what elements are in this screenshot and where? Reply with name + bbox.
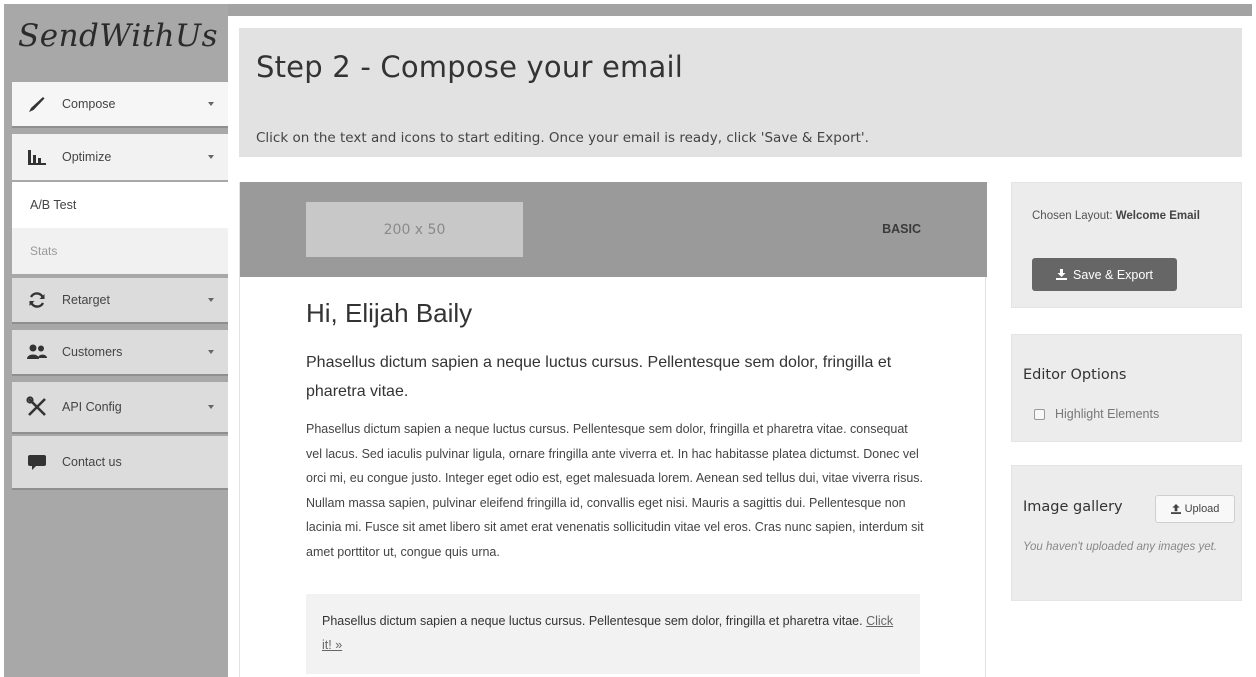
chevron-down-icon	[208, 102, 214, 106]
step-header: Step 2 - Compose your email Click on the…	[239, 28, 1242, 157]
sidebar-subitem-stats[interactable]: Stats	[12, 228, 228, 274]
chevron-down-icon	[208, 155, 214, 159]
sidebar-item-api-config[interactable]: API Config	[12, 382, 228, 434]
sidebar-item-label: Optimize	[62, 150, 112, 164]
chevron-down-icon	[208, 350, 214, 354]
chevron-down-icon	[208, 405, 214, 409]
sidebar-item-optimize[interactable]: Optimize	[12, 134, 228, 180]
email-callout[interactable]: Phasellus dictum sapien a neque luctus c…	[306, 594, 920, 674]
highlight-elements-option[interactable]: Highlight Elements	[1034, 407, 1159, 421]
brand-logo[interactable]: SendWithUs	[18, 18, 218, 54]
highlight-elements-label: Highlight Elements	[1055, 407, 1160, 421]
upload-button[interactable]: Upload	[1155, 495, 1235, 523]
sidebar-subitem-ab-test[interactable]: A/B Test	[12, 182, 228, 228]
image-gallery-panel: Image gallery Upload You haven't uploade…	[1011, 465, 1242, 601]
email-logo-placeholder[interactable]: 200 x 50	[306, 202, 523, 257]
sidebar-item-customers[interactable]: Customers	[12, 330, 228, 376]
page-instructions: Click on the text and icons to start edi…	[256, 130, 869, 146]
sidebar-item-label: API Config	[62, 400, 122, 414]
email-header-bar: 200 x 50 BASIC	[240, 182, 987, 277]
brush-icon	[26, 93, 48, 115]
email-lead-paragraph[interactable]: Phasellus dictum sapien a neque luctus c…	[306, 348, 926, 406]
image-gallery-title: Image gallery	[1023, 499, 1123, 515]
sidebar-item-compose[interactable]: Compose	[12, 82, 228, 128]
editor-options-panel: Editor Options Highlight Elements	[1011, 334, 1242, 442]
sidebar-item-contact-us[interactable]: Contact us	[12, 436, 228, 490]
template-label[interactable]: BASIC	[882, 222, 921, 236]
email-preview: 200 x 50 BASIC Hi, Elijah Baily Phasellu…	[239, 182, 987, 677]
download-icon	[1056, 269, 1068, 280]
users-icon	[26, 341, 48, 363]
sidebar-item-label: Contact us	[62, 455, 122, 469]
email-body-paragraph[interactable]: Phasellus dictum sapien a neque luctus c…	[306, 417, 924, 564]
highlight-elements-checkbox[interactable]	[1034, 408, 1045, 420]
chat-icon	[26, 451, 48, 473]
sidebar-item-label: Retarget	[62, 293, 110, 307]
main-content: Step 2 - Compose your email Click on the…	[228, 16, 1252, 677]
save-export-button[interactable]: Save & Export	[1032, 258, 1177, 291]
sidebar-item-retarget[interactable]: Retarget	[12, 278, 228, 324]
app-window: SendWithUs Compose Optimize A/B Test Sta…	[4, 4, 1252, 677]
upload-label: Upload	[1184, 503, 1220, 515]
tools-icon	[26, 396, 48, 418]
email-greeting[interactable]: Hi, Elijah Baily	[306, 298, 472, 329]
chosen-layout-value: Welcome Email	[1115, 210, 1200, 222]
save-export-label: Save & Export	[1073, 267, 1153, 282]
bar-chart-icon	[26, 146, 48, 168]
sidebar-item-label: Customers	[62, 345, 123, 359]
layout-panel: Chosen Layout: Welcome Email Save & Expo…	[1011, 182, 1242, 308]
upload-icon	[1170, 504, 1181, 514]
chosen-layout: Chosen Layout: Welcome Email	[1032, 205, 1232, 227]
chosen-layout-label: Chosen Layout:	[1032, 210, 1113, 222]
gallery-empty-message: You haven't uploaded any images yet.	[1023, 541, 1218, 553]
chevron-down-icon	[208, 298, 214, 302]
refresh-icon	[26, 289, 48, 311]
page-title: Step 2 - Compose your email	[256, 50, 683, 84]
editor-options-title: Editor Options	[1023, 367, 1127, 383]
callout-text[interactable]: Phasellus dictum sapien a neque luctus c…	[322, 614, 863, 628]
sidebar-item-label: Compose	[62, 97, 116, 111]
optimize-submenu: A/B Test Stats	[12, 182, 228, 274]
sidebar: SendWithUs Compose Optimize A/B Test Sta…	[4, 4, 228, 677]
